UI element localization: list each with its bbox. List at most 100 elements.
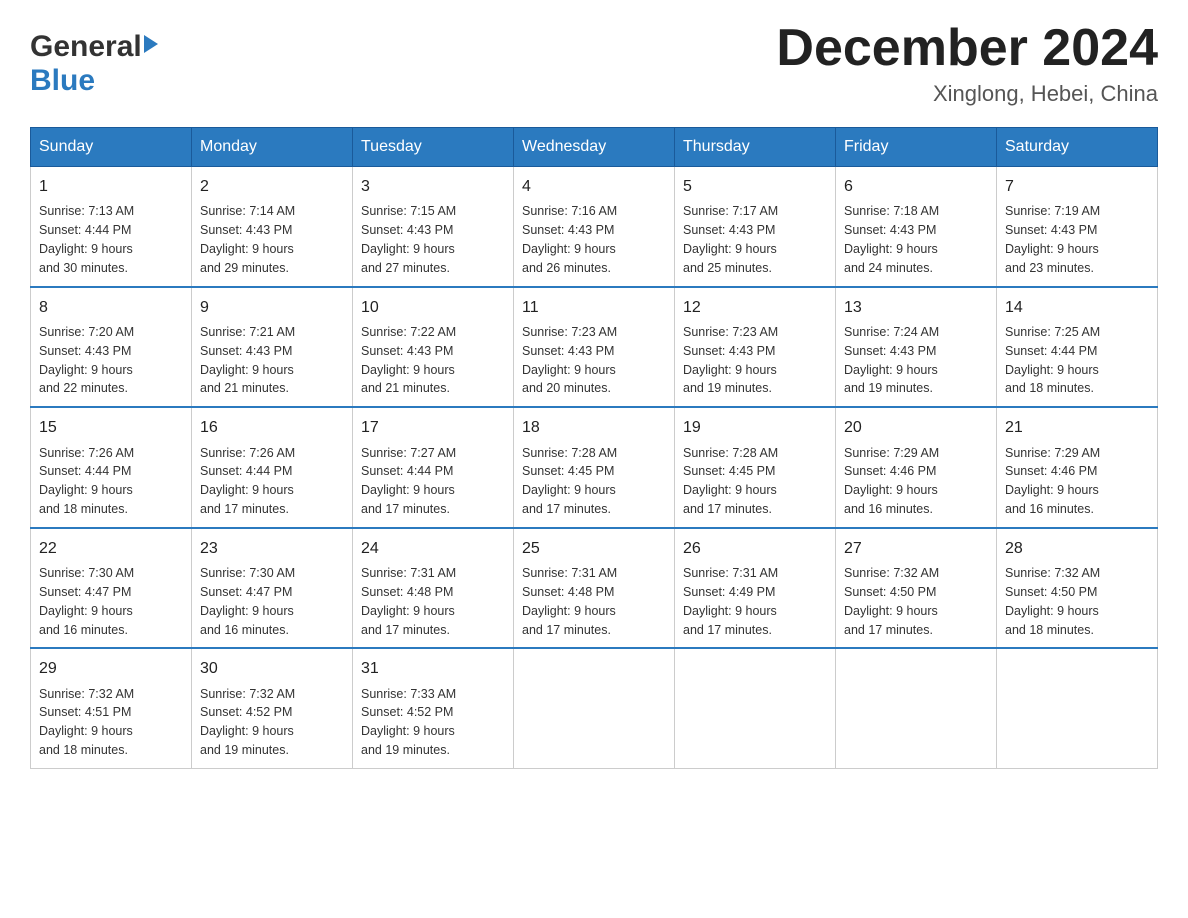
day-number: 30 xyxy=(200,657,344,680)
weekday-header-friday: Friday xyxy=(836,128,997,167)
calendar-day-cell xyxy=(675,648,836,768)
day-info: Sunrise: 7:31 AMSunset: 4:48 PMDaylight:… xyxy=(361,566,456,637)
location-title: Xinglong, Hebei, China xyxy=(776,81,1158,107)
day-number: 14 xyxy=(1005,296,1149,319)
day-info: Sunrise: 7:26 AMSunset: 4:44 PMDaylight:… xyxy=(200,446,295,517)
day-info: Sunrise: 7:28 AMSunset: 4:45 PMDaylight:… xyxy=(683,446,778,517)
day-info: Sunrise: 7:33 AMSunset: 4:52 PMDaylight:… xyxy=(361,687,456,758)
calendar-day-cell: 25 Sunrise: 7:31 AMSunset: 4:48 PMDaylig… xyxy=(514,528,675,649)
calendar-day-cell: 1 Sunrise: 7:13 AMSunset: 4:44 PMDayligh… xyxy=(31,167,192,287)
day-info: Sunrise: 7:15 AMSunset: 4:43 PMDaylight:… xyxy=(361,204,456,275)
calendar-week-row: 1 Sunrise: 7:13 AMSunset: 4:44 PMDayligh… xyxy=(31,167,1158,287)
calendar-day-cell: 4 Sunrise: 7:16 AMSunset: 4:43 PMDayligh… xyxy=(514,167,675,287)
day-number: 9 xyxy=(200,296,344,319)
day-number: 21 xyxy=(1005,416,1149,439)
calendar-day-cell: 2 Sunrise: 7:14 AMSunset: 4:43 PMDayligh… xyxy=(192,167,353,287)
calendar-day-cell: 11 Sunrise: 7:23 AMSunset: 4:43 PMDaylig… xyxy=(514,287,675,408)
calendar-week-row: 15 Sunrise: 7:26 AMSunset: 4:44 PMDaylig… xyxy=(31,407,1158,528)
logo-general-text: General xyxy=(30,30,142,64)
day-number: 18 xyxy=(522,416,666,439)
calendar-week-row: 8 Sunrise: 7:20 AMSunset: 4:43 PMDayligh… xyxy=(31,287,1158,408)
day-number: 29 xyxy=(39,657,183,680)
day-info: Sunrise: 7:19 AMSunset: 4:43 PMDaylight:… xyxy=(1005,204,1100,275)
calendar-week-row: 22 Sunrise: 7:30 AMSunset: 4:47 PMDaylig… xyxy=(31,528,1158,649)
day-number: 31 xyxy=(361,657,505,680)
calendar-day-cell: 7 Sunrise: 7:19 AMSunset: 4:43 PMDayligh… xyxy=(997,167,1158,287)
calendar-day-cell: 30 Sunrise: 7:32 AMSunset: 4:52 PMDaylig… xyxy=(192,648,353,768)
calendar-day-cell xyxy=(836,648,997,768)
logo-blue-text: Blue xyxy=(30,64,158,98)
title-area: December 2024 Xinglong, Hebei, China xyxy=(776,20,1158,107)
weekday-header-saturday: Saturday xyxy=(997,128,1158,167)
day-info: Sunrise: 7:27 AMSunset: 4:44 PMDaylight:… xyxy=(361,446,456,517)
day-number: 20 xyxy=(844,416,988,439)
day-info: Sunrise: 7:18 AMSunset: 4:43 PMDaylight:… xyxy=(844,204,939,275)
day-info: Sunrise: 7:29 AMSunset: 4:46 PMDaylight:… xyxy=(844,446,939,517)
calendar-day-cell: 5 Sunrise: 7:17 AMSunset: 4:43 PMDayligh… xyxy=(675,167,836,287)
day-number: 10 xyxy=(361,296,505,319)
page-header: General Blue December 2024 Xinglong, Heb… xyxy=(30,20,1158,107)
day-info: Sunrise: 7:17 AMSunset: 4:43 PMDaylight:… xyxy=(683,204,778,275)
day-info: Sunrise: 7:20 AMSunset: 4:43 PMDaylight:… xyxy=(39,325,134,396)
day-info: Sunrise: 7:32 AMSunset: 4:52 PMDaylight:… xyxy=(200,687,295,758)
day-info: Sunrise: 7:31 AMSunset: 4:48 PMDaylight:… xyxy=(522,566,617,637)
day-number: 2 xyxy=(200,175,344,198)
day-info: Sunrise: 7:32 AMSunset: 4:50 PMDaylight:… xyxy=(1005,566,1100,637)
day-number: 7 xyxy=(1005,175,1149,198)
calendar-day-cell xyxy=(997,648,1158,768)
day-number: 12 xyxy=(683,296,827,319)
day-number: 24 xyxy=(361,537,505,560)
calendar-day-cell xyxy=(514,648,675,768)
day-info: Sunrise: 7:23 AMSunset: 4:43 PMDaylight:… xyxy=(522,325,617,396)
day-number: 23 xyxy=(200,537,344,560)
calendar-day-cell: 27 Sunrise: 7:32 AMSunset: 4:50 PMDaylig… xyxy=(836,528,997,649)
day-info: Sunrise: 7:32 AMSunset: 4:51 PMDaylight:… xyxy=(39,687,134,758)
day-number: 3 xyxy=(361,175,505,198)
day-number: 16 xyxy=(200,416,344,439)
calendar-day-cell: 31 Sunrise: 7:33 AMSunset: 4:52 PMDaylig… xyxy=(353,648,514,768)
day-number: 26 xyxy=(683,537,827,560)
calendar-day-cell: 26 Sunrise: 7:31 AMSunset: 4:49 PMDaylig… xyxy=(675,528,836,649)
weekday-header-wednesday: Wednesday xyxy=(514,128,675,167)
day-number: 27 xyxy=(844,537,988,560)
calendar-day-cell: 6 Sunrise: 7:18 AMSunset: 4:43 PMDayligh… xyxy=(836,167,997,287)
day-number: 1 xyxy=(39,175,183,198)
weekday-header-tuesday: Tuesday xyxy=(353,128,514,167)
day-number: 15 xyxy=(39,416,183,439)
calendar-day-cell: 12 Sunrise: 7:23 AMSunset: 4:43 PMDaylig… xyxy=(675,287,836,408)
day-info: Sunrise: 7:22 AMSunset: 4:43 PMDaylight:… xyxy=(361,325,456,396)
day-info: Sunrise: 7:26 AMSunset: 4:44 PMDaylight:… xyxy=(39,446,134,517)
calendar-day-cell: 15 Sunrise: 7:26 AMSunset: 4:44 PMDaylig… xyxy=(31,407,192,528)
calendar-day-cell: 23 Sunrise: 7:30 AMSunset: 4:47 PMDaylig… xyxy=(192,528,353,649)
day-number: 28 xyxy=(1005,537,1149,560)
day-number: 17 xyxy=(361,416,505,439)
day-number: 11 xyxy=(522,296,666,319)
calendar-day-cell: 17 Sunrise: 7:27 AMSunset: 4:44 PMDaylig… xyxy=(353,407,514,528)
day-number: 8 xyxy=(39,296,183,319)
logo-arrow-icon xyxy=(144,35,158,53)
weekday-header-monday: Monday xyxy=(192,128,353,167)
day-info: Sunrise: 7:30 AMSunset: 4:47 PMDaylight:… xyxy=(200,566,295,637)
calendar-day-cell: 3 Sunrise: 7:15 AMSunset: 4:43 PMDayligh… xyxy=(353,167,514,287)
calendar-day-cell: 10 Sunrise: 7:22 AMSunset: 4:43 PMDaylig… xyxy=(353,287,514,408)
day-info: Sunrise: 7:25 AMSunset: 4:44 PMDaylight:… xyxy=(1005,325,1100,396)
calendar-table: SundayMondayTuesdayWednesdayThursdayFrid… xyxy=(30,127,1158,769)
calendar-day-cell: 20 Sunrise: 7:29 AMSunset: 4:46 PMDaylig… xyxy=(836,407,997,528)
day-info: Sunrise: 7:32 AMSunset: 4:50 PMDaylight:… xyxy=(844,566,939,637)
day-info: Sunrise: 7:16 AMSunset: 4:43 PMDaylight:… xyxy=(522,204,617,275)
calendar-day-cell: 24 Sunrise: 7:31 AMSunset: 4:48 PMDaylig… xyxy=(353,528,514,649)
calendar-day-cell: 16 Sunrise: 7:26 AMSunset: 4:44 PMDaylig… xyxy=(192,407,353,528)
day-number: 13 xyxy=(844,296,988,319)
calendar-week-row: 29 Sunrise: 7:32 AMSunset: 4:51 PMDaylig… xyxy=(31,648,1158,768)
day-info: Sunrise: 7:21 AMSunset: 4:43 PMDaylight:… xyxy=(200,325,295,396)
calendar-day-cell: 9 Sunrise: 7:21 AMSunset: 4:43 PMDayligh… xyxy=(192,287,353,408)
weekday-header-sunday: Sunday xyxy=(31,128,192,167)
logo: General Blue xyxy=(30,30,158,98)
day-number: 19 xyxy=(683,416,827,439)
calendar-day-cell: 18 Sunrise: 7:28 AMSunset: 4:45 PMDaylig… xyxy=(514,407,675,528)
calendar-day-cell: 22 Sunrise: 7:30 AMSunset: 4:47 PMDaylig… xyxy=(31,528,192,649)
day-info: Sunrise: 7:28 AMSunset: 4:45 PMDaylight:… xyxy=(522,446,617,517)
calendar-day-cell: 29 Sunrise: 7:32 AMSunset: 4:51 PMDaylig… xyxy=(31,648,192,768)
month-title: December 2024 xyxy=(776,20,1158,77)
day-number: 6 xyxy=(844,175,988,198)
